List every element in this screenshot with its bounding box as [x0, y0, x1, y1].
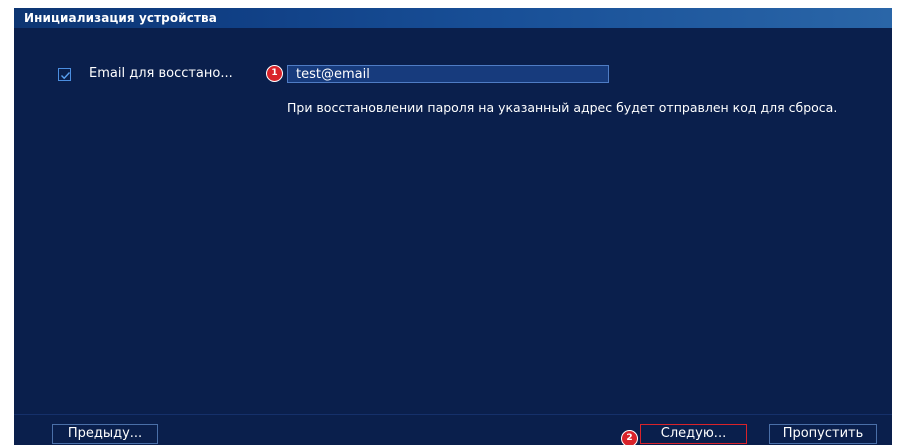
email-recovery-label: Email для восстано... — [89, 66, 233, 81]
dialog-title: Инициализация устройства — [14, 8, 892, 28]
next-button[interactable]: Следую... — [640, 424, 747, 444]
skip-button[interactable]: Пропустить — [769, 424, 877, 444]
previous-button[interactable]: Предыду... — [52, 424, 158, 444]
annotation-marker-2: 2 — [621, 430, 638, 445]
email-input[interactable] — [287, 65, 609, 83]
annotation-marker-1: 1 — [266, 65, 283, 82]
email-recovery-checkbox[interactable] — [58, 68, 71, 81]
checkmark-icon — [61, 72, 71, 80]
footer-divider — [14, 414, 892, 415]
device-init-dialog: Инициализация устройства Email для восст… — [14, 8, 892, 445]
email-hint-text: При восстановлении пароля на указанный а… — [287, 100, 838, 115]
